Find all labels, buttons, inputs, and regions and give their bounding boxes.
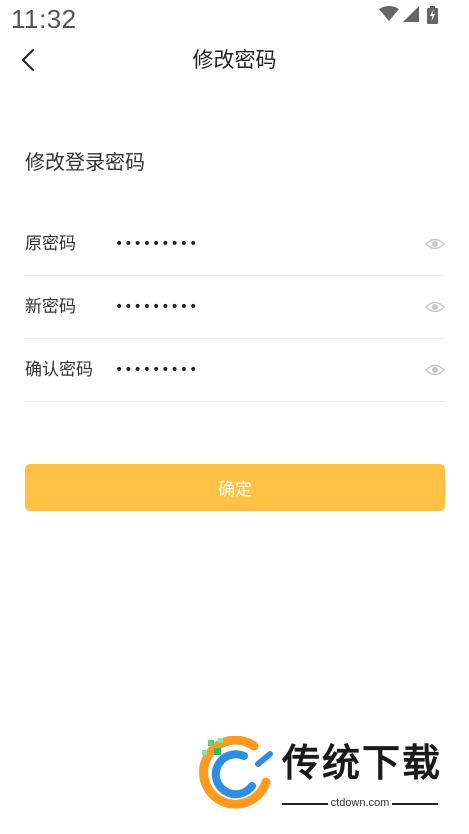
page-title: 修改密码 — [192, 48, 277, 72]
battery-charging-icon — [427, 6, 438, 24]
watermark: 传统下载 ctdown.com — [196, 736, 446, 816]
old-password-row: 原密码 — [25, 213, 445, 276]
status-bar: 11:32 — [0, 0, 469, 40]
new-password-row: 新密码 — [25, 276, 445, 339]
wifi-icon — [379, 6, 399, 21]
confirm-password-label: 确认密码 — [25, 360, 93, 380]
watermark-url: ctdown.com — [330, 797, 390, 809]
watermark-logo-icon — [199, 736, 273, 809]
watermark-divider — [392, 803, 438, 805]
eye-icon[interactable] — [425, 235, 445, 253]
status-time: 11:32 — [11, 4, 77, 34]
watermark-brand: 传统下载 — [282, 741, 443, 785]
section-title: 修改登录密码 — [25, 150, 145, 174]
watermark-divider — [282, 803, 328, 805]
eye-icon[interactable] — [425, 361, 445, 379]
new-password-label: 新密码 — [25, 297, 76, 317]
old-password-label: 原密码 — [25, 234, 76, 254]
new-password-input[interactable] — [115, 293, 395, 321]
signal-icon — [403, 6, 419, 22]
confirm-button[interactable]: 确定 — [25, 464, 445, 511]
old-password-input[interactable] — [115, 230, 395, 258]
eye-icon[interactable] — [425, 298, 445, 316]
confirm-password-input[interactable] — [115, 356, 395, 384]
confirm-password-row: 确认密码 — [25, 339, 445, 402]
